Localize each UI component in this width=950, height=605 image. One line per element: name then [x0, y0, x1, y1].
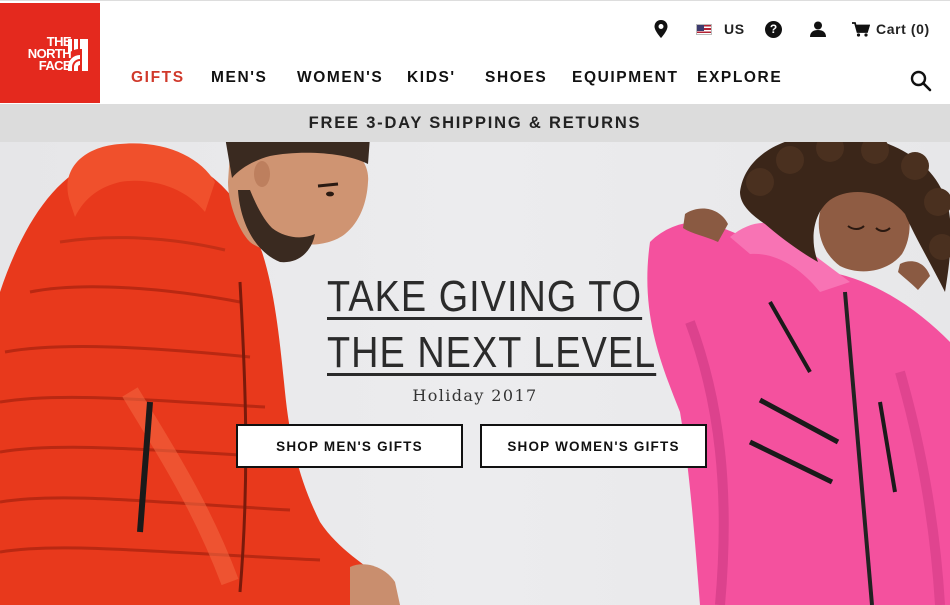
question-circle-icon: ? [765, 20, 782, 38]
nav-item-shoes[interactable]: SHOES [485, 69, 547, 87]
nav-item-kids[interactable]: KIDS' [407, 69, 456, 87]
store-locator-button[interactable] [654, 19, 668, 39]
shop-womens-gifts-button[interactable]: SHOP WOMEN'S GIFTS [480, 424, 707, 468]
nav-item-gifts[interactable]: GIFTS [131, 69, 185, 87]
nav-item-equipment[interactable]: EQUIPMENT [572, 69, 679, 87]
cart-icon [852, 21, 870, 37]
hero-banner: TAKE GIVING TO THE NEXT LEVEL Holiday 20… [0, 142, 950, 605]
headline-line-2[interactable]: THE NEXT LEVEL [327, 325, 655, 381]
promo-text: FREE 3-DAY SHIPPING & RETURNS [308, 113, 642, 132]
nav-item-mens[interactable]: MEN'S [211, 69, 267, 87]
country-label: US [724, 21, 745, 37]
promo-bar[interactable]: FREE 3-DAY SHIPPING & RETURNS [0, 104, 950, 142]
headline-line-1[interactable]: TAKE GIVING TO [327, 269, 641, 325]
nav-item-womens[interactable]: WOMEN'S [297, 69, 383, 87]
cart-label: Cart (0) [876, 21, 930, 37]
hero-subtitle: Holiday 2017 [412, 386, 538, 405]
cart-button[interactable]: Cart (0) [852, 19, 930, 39]
shop-mens-gifts-button[interactable]: SHOP MEN'S GIFTS [236, 424, 463, 468]
country-selector[interactable]: US [696, 19, 745, 39]
nav-item-explore[interactable]: EXPLORE [697, 69, 782, 87]
main-nav: GIFTS MEN'S WOMEN'S KIDS' SHOES EQUIPMEN… [0, 69, 950, 89]
half-dome-icon [68, 39, 88, 71]
logo-wordmark: THE NORTH FACE [11, 35, 72, 72]
map-pin-icon [654, 20, 668, 38]
site-header: THE NORTH FACE US ? Cart (0) GIFTS MEN'S… [0, 0, 950, 104]
woman-figure [647, 142, 950, 605]
user-icon [810, 21, 826, 37]
search-icon[interactable] [910, 70, 932, 92]
us-flag-icon [696, 23, 712, 35]
help-button[interactable]: ? [765, 19, 782, 39]
account-button[interactable] [810, 19, 826, 39]
hero-headline[interactable]: TAKE GIVING TO THE NEXT LEVEL [327, 269, 655, 381]
